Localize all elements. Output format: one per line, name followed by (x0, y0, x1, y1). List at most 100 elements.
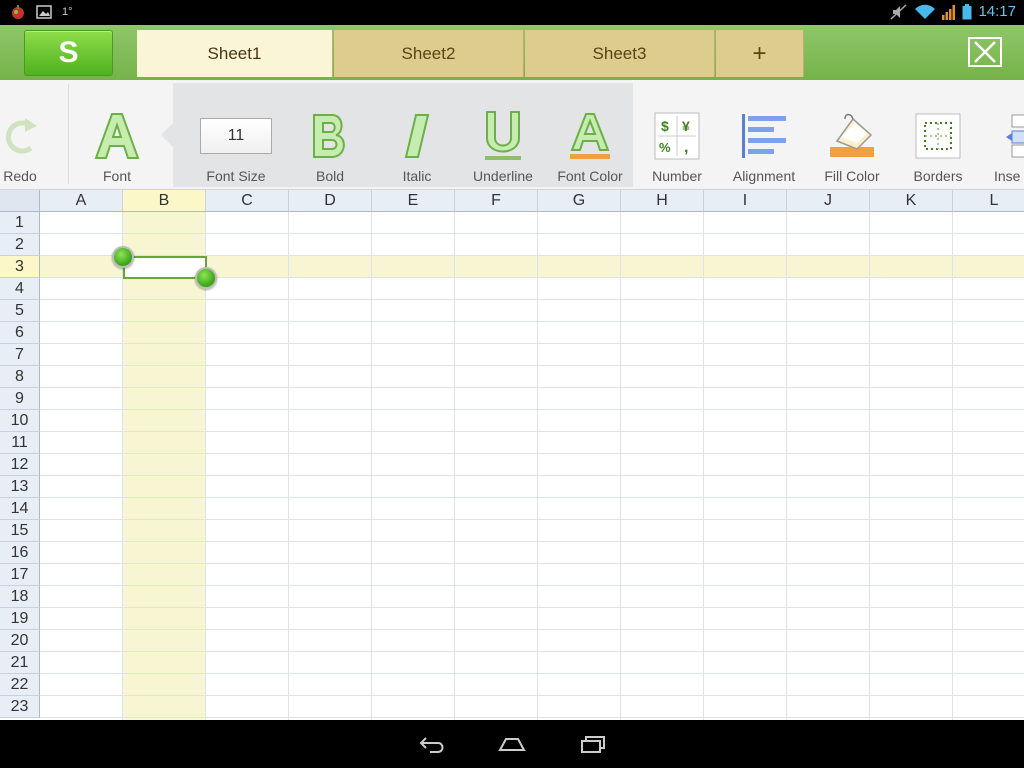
row-header-9[interactable]: 9 (0, 388, 40, 410)
column-header-j[interactable]: J (787, 190, 870, 212)
column-header-d[interactable]: D (289, 190, 372, 212)
underline-label: Underline (473, 168, 533, 184)
select-all-corner[interactable] (0, 190, 40, 212)
recent-apps-icon[interactable] (580, 734, 608, 754)
row-header-23[interactable]: 23 (0, 696, 40, 718)
grid-column-line (122, 212, 123, 720)
row-header-11[interactable]: 11 (0, 432, 40, 454)
formatting-toolbar: Redo Font 11 Font Size Bold Italic Under… (0, 80, 1024, 190)
svg-text:$: $ (661, 118, 669, 134)
grid-row-line (40, 629, 1024, 630)
bold-label: Bold (315, 168, 345, 184)
column-header-h[interactable]: H (621, 190, 704, 212)
column-header-a[interactable]: A (40, 190, 123, 212)
number-format-button[interactable]: $ ¥%, Number (647, 108, 707, 184)
row-header-19[interactable]: 19 (0, 608, 40, 630)
bold-button[interactable]: Bold (300, 108, 360, 184)
svg-text:,: , (684, 139, 688, 156)
sheet-tab-bar: S Sheet1 Sheet2 Sheet3 + (0, 25, 1024, 80)
row-header-14[interactable]: 14 (0, 498, 40, 520)
underline-button[interactable]: Underline (468, 108, 538, 184)
grid-column-line (537, 212, 538, 720)
column-header-k[interactable]: K (870, 190, 953, 212)
font-group-pointer (161, 123, 173, 147)
font-button[interactable]: Font (87, 108, 147, 184)
grid-row-line (40, 299, 1024, 300)
row-header-5[interactable]: 5 (0, 300, 40, 322)
grid-row-line (40, 321, 1024, 322)
row-header-4[interactable]: 4 (0, 278, 40, 300)
row-header-3[interactable]: 3 (0, 256, 40, 278)
grid-column-line (288, 212, 289, 720)
bold-icon (313, 114, 345, 158)
back-icon[interactable] (418, 734, 446, 754)
tab-sheet3[interactable]: Sheet3 (525, 30, 715, 77)
insert-label: Inse (994, 168, 1021, 184)
fill-color-icon (830, 113, 874, 157)
image-notification-icon (36, 5, 52, 19)
spreadsheet-grid[interactable]: A B C D E F G H I J K L 1 2 3 4 5 6 7 8 9 10 11 12 13 14 15 16 17 18 1… (0, 190, 1024, 720)
alignment-button[interactable]: Alignment (729, 108, 799, 184)
grid-column-line (454, 212, 455, 720)
column-header-i[interactable]: I (704, 190, 787, 212)
home-icon[interactable] (498, 734, 526, 754)
grid-row-line (40, 343, 1024, 344)
font-size-field[interactable]: 11 (200, 118, 272, 154)
row-header-13[interactable]: 13 (0, 476, 40, 498)
svg-text:%: % (659, 140, 671, 155)
grid-row-line (40, 233, 1024, 234)
grid-column-line (703, 212, 704, 720)
column-header-c[interactable]: C (206, 190, 289, 212)
borders-label: Borders (913, 168, 963, 184)
grid-row-line (40, 475, 1024, 476)
borders-button[interactable]: Borders (908, 108, 968, 184)
grid-row-line (40, 453, 1024, 454)
grid-row-line (40, 365, 1024, 366)
add-sheet-button[interactable]: + (716, 30, 804, 77)
alignment-icon (742, 114, 786, 158)
row-header-10[interactable]: 10 (0, 410, 40, 432)
row-header-2[interactable]: 2 (0, 234, 40, 256)
close-button[interactable] (968, 37, 1002, 67)
app-logo-button[interactable]: S (24, 30, 113, 76)
number-label: Number (652, 168, 702, 184)
row-header-20[interactable]: 20 (0, 630, 40, 652)
column-header-e[interactable]: E (372, 190, 455, 212)
tab-sheet1[interactable]: Sheet1 (137, 30, 333, 77)
row-header-18[interactable]: 18 (0, 586, 40, 608)
row-header-8[interactable]: 8 (0, 366, 40, 388)
column-header-f[interactable]: F (455, 190, 538, 212)
font-color-button[interactable]: Font Color (555, 108, 625, 184)
redo-icon (5, 118, 37, 154)
signal-icon (942, 4, 956, 20)
row-header-6[interactable]: 6 (0, 322, 40, 344)
navigation-bar (0, 720, 1024, 768)
italic-button[interactable]: Italic (387, 108, 447, 184)
column-header-b[interactable]: B (123, 190, 206, 212)
tab-sheet2[interactable]: Sheet2 (334, 30, 524, 77)
selection-handle-end[interactable] (195, 267, 217, 289)
wifi-icon (915, 4, 936, 19)
column-header-l[interactable]: L (953, 190, 1024, 212)
grid-row-line (40, 541, 1024, 542)
fill-color-button[interactable]: Fill Color (818, 108, 886, 184)
selection-handle-start[interactable] (112, 246, 134, 268)
borders-icon (915, 113, 961, 159)
redo-button[interactable]: Redo (0, 108, 40, 184)
font-size-control[interactable]: 11 Font Size (196, 108, 276, 184)
grid-row-line (40, 651, 1024, 652)
row-header-15[interactable]: 15 (0, 520, 40, 542)
row-header-21[interactable]: 21 (0, 652, 40, 674)
row-header-1[interactable]: 1 (0, 212, 40, 234)
column-header-g[interactable]: G (538, 190, 621, 212)
row-header-12[interactable]: 12 (0, 454, 40, 476)
row-header-16[interactable]: 16 (0, 542, 40, 564)
italic-icon (404, 114, 430, 158)
spreadsheet-app: 1° 14:17 S Sheet1 Sheet2 Sheet3 + Redo F… (0, 0, 1024, 768)
insert-button[interactable]: Inse (994, 108, 1024, 184)
grid-row-line (40, 409, 1024, 410)
toolbar-divider (68, 84, 69, 184)
row-header-17[interactable]: 17 (0, 564, 40, 586)
row-header-7[interactable]: 7 (0, 344, 40, 366)
row-header-22[interactable]: 22 (0, 674, 40, 696)
